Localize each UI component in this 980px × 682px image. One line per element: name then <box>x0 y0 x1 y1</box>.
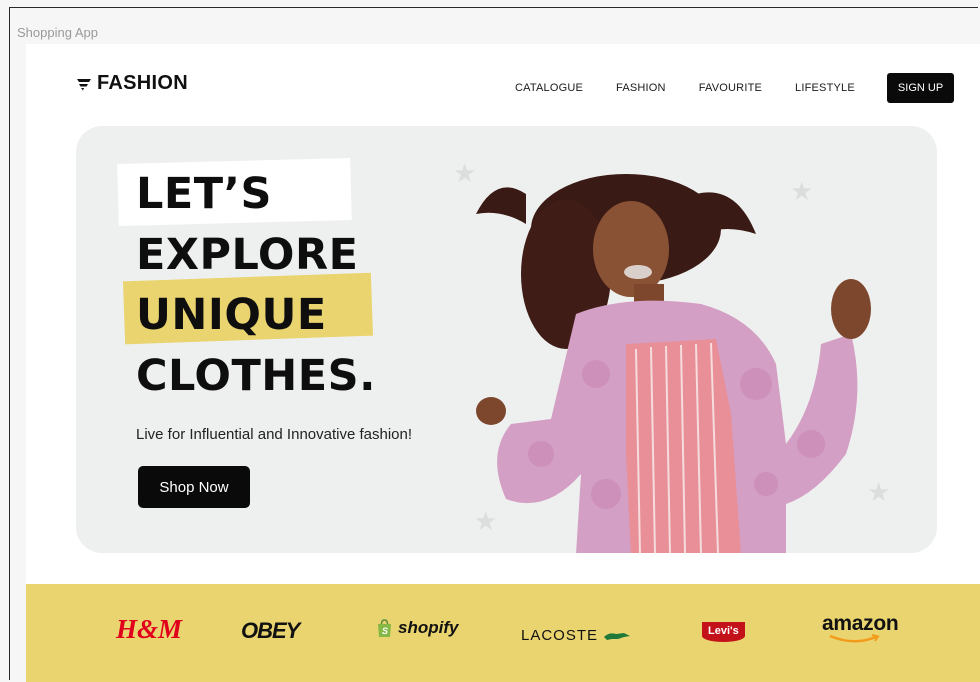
brand-lacoste-logo[interactable]: LACOSTE <box>521 627 631 644</box>
fashion-logo-icon <box>77 78 91 90</box>
crocodile-icon <box>604 632 631 640</box>
window-title: Shopping App <box>17 25 98 40</box>
logo-text: FASHION <box>97 72 188 94</box>
model-photo <box>476 174 871 553</box>
headline-line-1: LET’S <box>136 169 272 219</box>
hero-banner: LET’S EXPLORE UNIQUE CLOTHES. Live for I… <box>76 126 937 553</box>
brand-levis-logo[interactable]: Levi's <box>702 622 745 642</box>
brand-amazon-logo[interactable]: amazon <box>822 612 899 643</box>
brand-obey-logo[interactable]: OBEY <box>241 618 300 644</box>
nav-catalogue[interactable]: CATALOGUE <box>515 82 583 94</box>
brand-lacoste-text: LACOSTE <box>521 627 599 644</box>
headline-line-3: UNIQUE <box>136 290 327 340</box>
nav-lifestyle[interactable]: LIFESTYLE <box>795 82 855 94</box>
shopify-bag-icon: S <box>378 618 391 637</box>
headline-line-2: EXPLORE <box>136 230 359 280</box>
nav-favourite[interactable]: FAVOURITE <box>699 82 762 94</box>
brand-hm-logo[interactable]: H&M <box>116 614 182 645</box>
brand-logo[interactable]: FASHION <box>76 72 188 95</box>
hero-subtitle: Live for Influential and Innovative fash… <box>136 426 413 443</box>
headline-line-4: CLOTHES. <box>136 351 376 401</box>
amazon-smile-icon <box>829 634 880 643</box>
brand-amazon-text: amazon <box>822 612 899 635</box>
shop-now-button[interactable]: Shop Now <box>138 466 250 508</box>
svg-text:S: S <box>382 626 388 636</box>
brand-logos-band: H&M OBEY S shopify LACOSTE Levi's amazon <box>26 584 980 682</box>
brand-shopify-logo[interactable]: S shopify <box>376 618 458 638</box>
landing-page: FASHION CATALOGUE FASHION FAVOURITE LIFE… <box>26 44 980 682</box>
nav-fashion[interactable]: FASHION <box>616 82 666 94</box>
brand-shopify-text: shopify <box>398 618 459 637</box>
signup-button[interactable]: SIGN UP <box>886 73 955 103</box>
main-nav: CATALOGUE FASHION FAVOURITE LIFESTYLE SI… <box>515 73 955 103</box>
